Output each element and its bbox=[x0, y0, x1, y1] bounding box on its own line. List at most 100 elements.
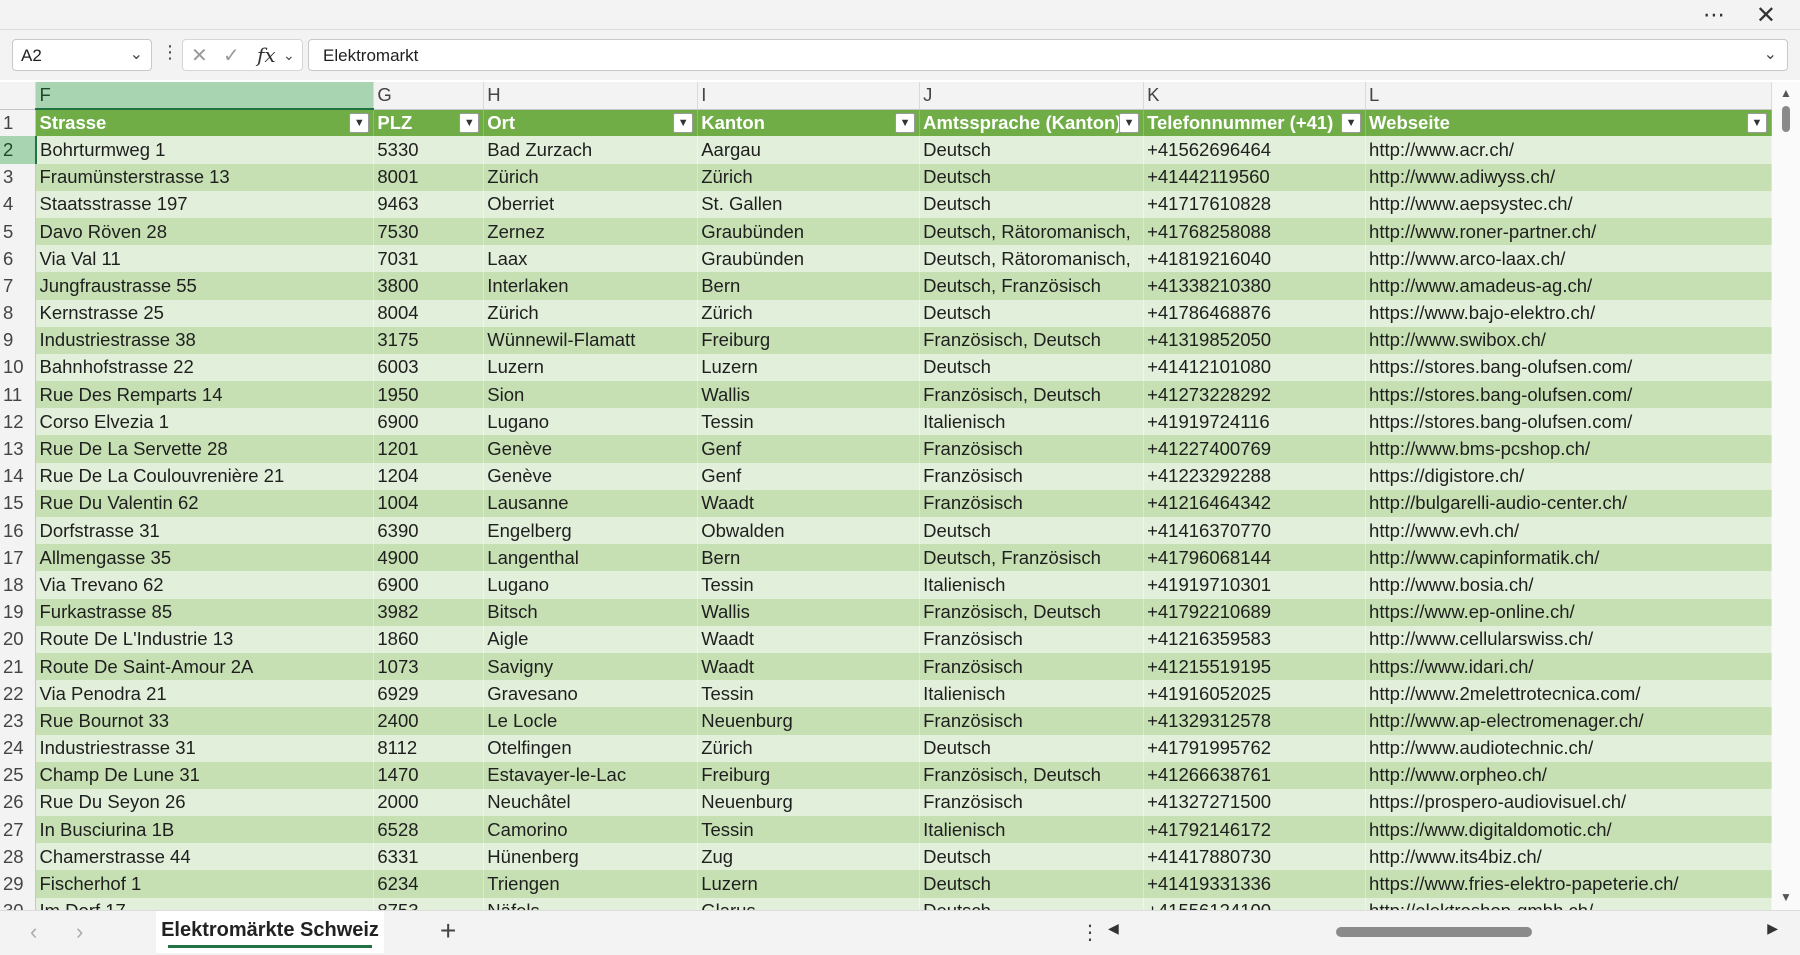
cell[interactable]: Chamerstrasse 44 bbox=[35, 843, 375, 871]
cell[interactable]: Französisch bbox=[919, 652, 1145, 681]
cell[interactable]: Obwalden bbox=[697, 517, 921, 545]
header-cell[interactable]: PLZ ▼ bbox=[373, 109, 485, 137]
cell[interactable]: Französisch bbox=[919, 707, 1145, 735]
close-icon[interactable]: ✕ bbox=[1756, 1, 1776, 30]
row-number[interactable]: 19 bbox=[0, 598, 37, 626]
cell[interactable]: Bern bbox=[697, 272, 921, 300]
cell[interactable]: 1470 bbox=[373, 761, 485, 789]
vertical-scroll-thumb[interactable] bbox=[1782, 106, 1790, 132]
row-number[interactable]: 1 bbox=[0, 109, 37, 137]
cell[interactable]: +41227400769 bbox=[1143, 435, 1367, 463]
cell[interactable]: Tessin bbox=[697, 680, 921, 708]
cell[interactable]: https://prospero-audiovisuel.ch/ bbox=[1365, 788, 1772, 817]
cell[interactable]: Industriestrasse 31 bbox=[35, 734, 375, 762]
row-number[interactable]: 26 bbox=[0, 788, 37, 817]
cell[interactable]: +41786468876 bbox=[1143, 299, 1367, 327]
vertical-scrollbar[interactable]: ▲ ▼ bbox=[1772, 82, 1800, 910]
cell[interactable]: +41419331336 bbox=[1143, 870, 1367, 898]
cell[interactable]: +41919724116 bbox=[1143, 408, 1367, 436]
row-number[interactable]: 28 bbox=[0, 843, 37, 871]
row-number[interactable]: 13 bbox=[0, 435, 37, 463]
cell[interactable]: Näfels bbox=[483, 897, 699, 910]
cell[interactable]: http://www.capinformatik.ch/ bbox=[1365, 544, 1772, 572]
cell[interactable]: 3982 bbox=[373, 598, 485, 626]
cell[interactable]: 5330 bbox=[373, 136, 485, 164]
horizontal-scroll-thumb[interactable] bbox=[1336, 927, 1532, 937]
cell[interactable]: 6003 bbox=[373, 353, 485, 382]
cell[interactable]: Le Locle bbox=[483, 707, 699, 735]
cell[interactable]: 8004 bbox=[373, 299, 485, 327]
cell[interactable]: +41216359583 bbox=[1143, 625, 1367, 653]
filter-dropdown-icon[interactable]: ▼ bbox=[1747, 112, 1767, 133]
cell[interactable]: Zürich bbox=[483, 163, 699, 191]
cell[interactable]: Deutsch, Französisch bbox=[919, 272, 1145, 300]
name-box[interactable]: A2 ⌄ bbox=[12, 39, 152, 71]
cell[interactable]: Lugano bbox=[483, 571, 699, 599]
cell[interactable]: https://www.bajo-elektro.ch/ bbox=[1365, 299, 1772, 327]
cell[interactable]: Freiburg bbox=[697, 326, 921, 354]
cell[interactable]: Camorino bbox=[483, 816, 699, 844]
cell[interactable]: Engelberg bbox=[483, 517, 699, 545]
formula-input[interactable]: Elektromarkt ⌄ bbox=[308, 39, 1788, 71]
scroll-left-icon[interactable]: ◀ bbox=[1108, 920, 1119, 937]
cell[interactable]: +41216464342 bbox=[1143, 489, 1367, 517]
row-number[interactable]: 30 bbox=[0, 897, 37, 910]
cell[interactable]: Luzern bbox=[483, 353, 699, 382]
cell[interactable]: Deutsch bbox=[919, 299, 1145, 327]
cell[interactable]: 6331 bbox=[373, 843, 485, 871]
cell[interactable]: https://www.digitaldomotic.ch/ bbox=[1365, 816, 1772, 844]
cell[interactable]: Estavayer-le-Lac bbox=[483, 761, 699, 789]
cell[interactable]: Zug bbox=[697, 843, 921, 871]
cell[interactable]: 1201 bbox=[373, 435, 485, 463]
row-number[interactable]: 17 bbox=[0, 544, 37, 572]
cell[interactable]: Rue Des Remparts 14 bbox=[35, 381, 375, 409]
cell[interactable]: Deutsch bbox=[919, 870, 1145, 898]
spreadsheet-grid[interactable]: FGHIJKL 1 Strasse ▼ PLZ ▼ Ort ▼ Kanton ▼ Amtsspra… bbox=[0, 82, 1772, 910]
cell[interactable]: Deutsch, Rätoromanisch, bbox=[919, 217, 1145, 246]
cell[interactable]: +41556124100 bbox=[1143, 897, 1367, 910]
cell[interactable]: Wünnewil-Flamatt bbox=[483, 326, 699, 354]
header-cell[interactable]: Kanton ▼ bbox=[697, 109, 921, 137]
cell[interactable]: Deutsch bbox=[919, 734, 1145, 762]
cell[interactable]: http://elektroshop-gmbh.ch/ bbox=[1365, 897, 1772, 910]
cell[interactable]: 9463 bbox=[373, 190, 485, 218]
cell[interactable]: Savigny bbox=[483, 652, 699, 681]
cell[interactable]: https://www.ep-online.ch/ bbox=[1365, 598, 1772, 626]
scroll-down-icon[interactable]: ▼ bbox=[1780, 890, 1792, 904]
cell[interactable]: Corso Elvezia 1 bbox=[35, 408, 375, 436]
cell[interactable]: 1004 bbox=[373, 489, 485, 517]
row-number[interactable]: 14 bbox=[0, 462, 37, 490]
cell[interactable]: http://www.bms-pcshop.ch/ bbox=[1365, 435, 1772, 463]
row-number[interactable]: 9 bbox=[0, 326, 37, 354]
cell[interactable]: Via Trevano 62 bbox=[35, 571, 375, 599]
cell[interactable]: Italienisch bbox=[919, 680, 1145, 708]
cell[interactable]: 6900 bbox=[373, 408, 485, 436]
cell[interactable]: 1073 bbox=[373, 652, 485, 681]
cell[interactable]: Deutsch bbox=[919, 353, 1145, 382]
column-header-l[interactable]: L bbox=[1365, 82, 1772, 110]
header-cell[interactable]: Telefonnummer (+41) ▼ bbox=[1143, 109, 1367, 137]
row-number[interactable]: 20 bbox=[0, 625, 37, 653]
cell[interactable]: https://www.fries-elektro-papeterie.ch/ bbox=[1365, 870, 1772, 898]
cell[interactable]: +41327271500 bbox=[1143, 788, 1367, 817]
sheet-options-icon[interactable]: ⋮ bbox=[1080, 920, 1100, 945]
cell[interactable]: Französisch bbox=[919, 435, 1145, 463]
row-number[interactable]: 5 bbox=[0, 217, 37, 246]
cell[interactable]: +41412101080 bbox=[1143, 353, 1367, 382]
cell[interactable]: Lugano bbox=[483, 408, 699, 436]
cell[interactable]: Genève bbox=[483, 435, 699, 463]
header-cell[interactable]: Webseite ▼ bbox=[1365, 109, 1772, 137]
cell[interactable]: Neuenburg bbox=[697, 707, 921, 735]
cell[interactable]: Luzern bbox=[697, 353, 921, 382]
cell[interactable]: Freiburg bbox=[697, 761, 921, 789]
cell[interactable]: Deutsch bbox=[919, 190, 1145, 218]
filter-dropdown-icon[interactable]: ▼ bbox=[1341, 112, 1362, 133]
cell[interactable]: Industriestrasse 38 bbox=[35, 326, 375, 354]
cell[interactable]: 2400 bbox=[373, 707, 485, 735]
column-header-g[interactable]: G bbox=[373, 82, 485, 110]
header-cell[interactable]: Ort ▼ bbox=[483, 109, 699, 137]
scroll-up-icon[interactable]: ▲ bbox=[1780, 86, 1792, 100]
cell[interactable]: Graubünden bbox=[697, 245, 921, 273]
cell[interactable]: 7031 bbox=[373, 245, 485, 273]
header-cell[interactable]: Amtssprache (Kanton) ▼ bbox=[919, 109, 1145, 137]
